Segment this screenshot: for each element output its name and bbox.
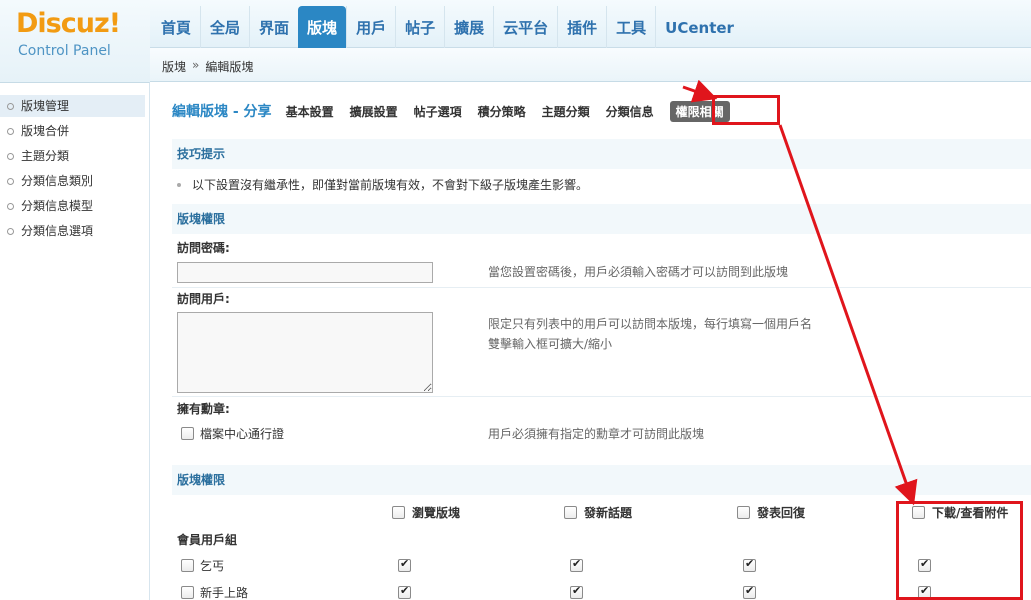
sidebar-item-thread-types[interactable]: 主題分類 [0, 145, 145, 167]
perm-checkbox[interactable] [743, 557, 756, 572]
topnav-item-9[interactable]: 工具 [606, 6, 655, 48]
sidebar-item-info-categories[interactable]: 分類信息類別 [0, 170, 145, 192]
access-users-hint-resize: 雙擊輸入框可擴大/縮小 [488, 337, 613, 351]
sidebar-item-info-models[interactable]: 分類信息模型 [0, 195, 145, 217]
perm-checkbox[interactable] [570, 557, 583, 572]
member-group-label: 會員用戶組 [177, 533, 238, 547]
col-view-checkbox[interactable] [392, 506, 405, 519]
row-divider [172, 396, 1031, 397]
col-post-label: 發新話題 [584, 506, 633, 520]
edit-tabs: 編輯版塊 - 分享 基本設置 擴展設置 帖子選項 積分策略 主題分類 分類信息 … [172, 98, 792, 124]
tip-text: 以下設置沒有繼承性，即僅對當前版塊有效，不會對下級子版塊產生影響。 [192, 178, 589, 192]
sidebar-item-forum-manage[interactable]: 版塊管理 [0, 95, 145, 117]
medal-label: 擁有勳章: [177, 402, 230, 416]
breadcrumb-separator: » [192, 58, 200, 72]
tab-post-options[interactable]: 帖子選項 [414, 103, 462, 120]
access-users-textarea[interactable] [177, 312, 433, 393]
row-divider [172, 287, 1031, 288]
topnav-item-8[interactable]: 插件 [557, 6, 606, 48]
breadcrumb: 版塊 » 編輯版塊 [162, 58, 253, 75]
tab-info[interactable]: 分類信息 [606, 103, 654, 120]
password-input[interactable] [177, 262, 433, 283]
topnav-item-7[interactable]: 云平台 [493, 6, 557, 48]
tab-thread-types[interactable]: 主題分類 [542, 103, 590, 120]
top-nav: 首頁 全局 界面 版塊 用戶 帖子 擴展 云平台 插件 工具 UCenter [152, 6, 743, 48]
sidebar-item-info-options[interactable]: 分類信息選項 [0, 220, 145, 242]
perm-table-header: 版塊權限 [172, 465, 1031, 495]
sidebar: 版塊管理 版塊合併 主題分類 分類信息類別 分類信息模型 分類信息選項 [0, 82, 150, 600]
row-group-name: 乞丐 [200, 559, 225, 573]
logo-bang: ! [108, 8, 121, 39]
col-view-label: 瀏覽版塊 [412, 506, 461, 520]
password-label: 訪問密碼: [177, 241, 230, 255]
logo-word: Discuz [16, 8, 110, 39]
row-select-checkbox[interactable] [181, 586, 194, 599]
breadcrumb-parent[interactable]: 版塊 [162, 58, 186, 75]
topnav-item-3[interactable]: 版塊 [298, 6, 347, 48]
tips-header: 技巧提示 [172, 139, 1031, 169]
topnav-item-0[interactable]: 首頁 [152, 6, 200, 48]
access-users-hint: 限定只有列表中的用戶可以訪問本版塊，每行填寫一個用戶名 [488, 317, 813, 331]
topnav-item-4[interactable]: 用戶 [346, 6, 395, 48]
highlight-attach-column [896, 501, 1023, 600]
access-users-label: 訪問用戶: [177, 292, 230, 306]
medal-checkbox[interactable] [181, 427, 194, 440]
breadcrumb-bar: 版塊 » 編輯版塊 [150, 48, 1031, 82]
col-reply-checkbox[interactable] [737, 506, 750, 519]
page-title: 編輯版塊 - 分享 [172, 104, 272, 120]
row-group-name: 新手上路 [200, 586, 249, 600]
top-header: 首頁 全局 界面 版塊 用戶 帖子 擴展 云平台 插件 工具 UCenter [0, 0, 1031, 48]
forum-perm-header: 版塊權限 [172, 204, 1031, 234]
perm-checkbox[interactable] [398, 557, 411, 572]
topnav-item-10[interactable]: UCenter [655, 6, 743, 48]
topnav-item-6[interactable]: 擴展 [444, 6, 493, 48]
perm-checkbox[interactable] [743, 584, 756, 599]
tab-credits[interactable]: 積分策略 [478, 103, 526, 120]
topnav-item-1[interactable]: 全局 [200, 6, 249, 48]
highlight-permissions-tab [712, 95, 780, 125]
logo: Discuz! Control Panel [0, 0, 150, 82]
col-reply-label: 發表回復 [757, 506, 806, 520]
logo-subtitle: Control Panel [18, 43, 111, 59]
topnav-item-2[interactable]: 界面 [249, 6, 298, 48]
password-hint: 當您設置密碼後，用戶必須輸入密碼才可以訪問到此版塊 [488, 265, 789, 279]
row-select-checkbox[interactable] [181, 559, 194, 572]
medal-option-label: 檔案中心通行證 [200, 427, 285, 441]
breadcrumb-current: 編輯版塊 [205, 60, 254, 74]
sidebar-item-forum-merge[interactable]: 版塊合併 [0, 120, 145, 142]
tab-basic[interactable]: 基本設置 [286, 103, 334, 120]
tab-extended[interactable]: 擴展設置 [350, 103, 398, 120]
perm-checkbox[interactable] [570, 584, 583, 599]
perm-checkbox[interactable] [398, 584, 411, 599]
medal-hint: 用戶必須擁有指定的勳章才可訪問此版塊 [488, 427, 705, 441]
col-post-checkbox[interactable] [564, 506, 577, 519]
topnav-item-5[interactable]: 帖子 [395, 6, 444, 48]
tip-bullet [177, 183, 181, 187]
